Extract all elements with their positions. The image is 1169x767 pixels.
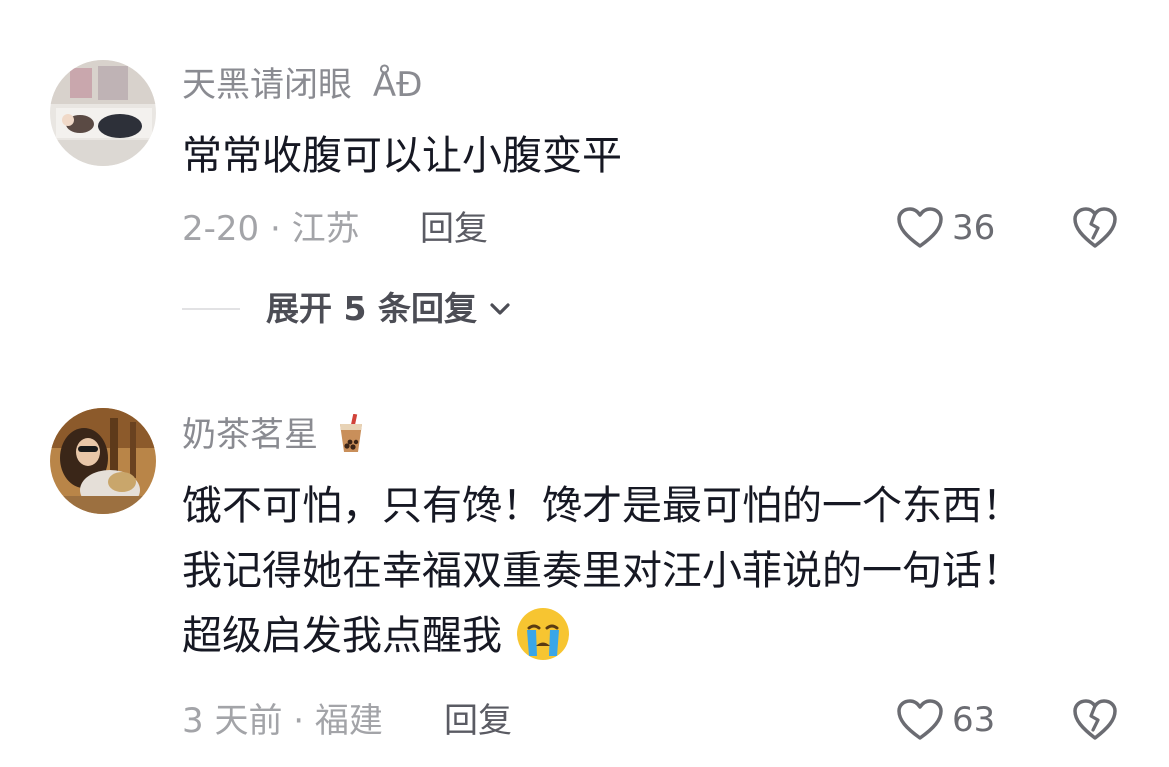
reply-button[interactable]: 回复 bbox=[420, 212, 488, 246]
crying-face-icon bbox=[516, 608, 569, 660]
username-suffix: ÅĐ bbox=[372, 65, 423, 105]
avatar[interactable] bbox=[50, 60, 156, 166]
heart-icon bbox=[897, 207, 943, 248]
broken-heart-icon bbox=[1073, 699, 1117, 740]
heart-icon bbox=[897, 699, 943, 740]
comment-line: 超级启发我点醒我 bbox=[182, 604, 1022, 669]
like-button[interactable]: 36 bbox=[896, 204, 995, 252]
chevron-down-icon bbox=[490, 302, 510, 315]
username-text: 天黑请闭眼 bbox=[182, 65, 352, 105]
dislike-button[interactable] bbox=[1072, 206, 1118, 252]
like-count: 63 bbox=[952, 700, 996, 740]
like-count: 36 bbox=[952, 208, 996, 248]
bubble-tea-icon bbox=[339, 413, 362, 452]
comment-text: 常常收腹可以让小腹变平 bbox=[182, 133, 622, 179]
expand-replies[interactable]: 展开 5 条回复 bbox=[182, 292, 513, 325]
dislike-button[interactable] bbox=[1072, 698, 1118, 744]
broken-heart-icon bbox=[1073, 207, 1117, 248]
like-button[interactable]: 63 bbox=[896, 696, 995, 744]
comment-line: 饿不可怕，只有馋！馋才是最可怕的一个东西！ bbox=[182, 483, 1022, 529]
username[interactable]: 奶茶茗星 bbox=[182, 413, 365, 455]
comment-meta: 2-20 · 江苏 bbox=[182, 209, 360, 249]
username[interactable]: 天黑请闭眼 ÅĐ bbox=[182, 68, 422, 102]
divider bbox=[182, 307, 240, 310]
username-text: 奶茶茗星 bbox=[182, 415, 318, 455]
comment-text: 饿不可怕，只有馋！馋才是最可怕的一个东西！ 我记得她在幸福双重奏里对汪小菲说的一… bbox=[182, 474, 1022, 669]
expand-replies-label[interactable]: 展开 5 条回复 bbox=[266, 292, 477, 325]
comment-item: 奶茶茗星 饿不可怕，只有馋！馋才是最可怕的一个东西！ 我记得她在幸福双重奏里对汪… bbox=[0, 380, 1169, 767]
comment-item: 天黑请闭眼 ÅĐ 常常收腹可以让小腹变平 2-20 · 江苏 回复 36 展开 … bbox=[0, 0, 1169, 360]
comment-meta: 3 天前 · 福建 bbox=[182, 701, 383, 741]
reply-button[interactable]: 回复 bbox=[444, 704, 512, 738]
comment-line: 我记得她在幸福双重奏里对汪小菲说的一句话！ bbox=[182, 548, 1022, 594]
avatar[interactable] bbox=[50, 408, 156, 514]
